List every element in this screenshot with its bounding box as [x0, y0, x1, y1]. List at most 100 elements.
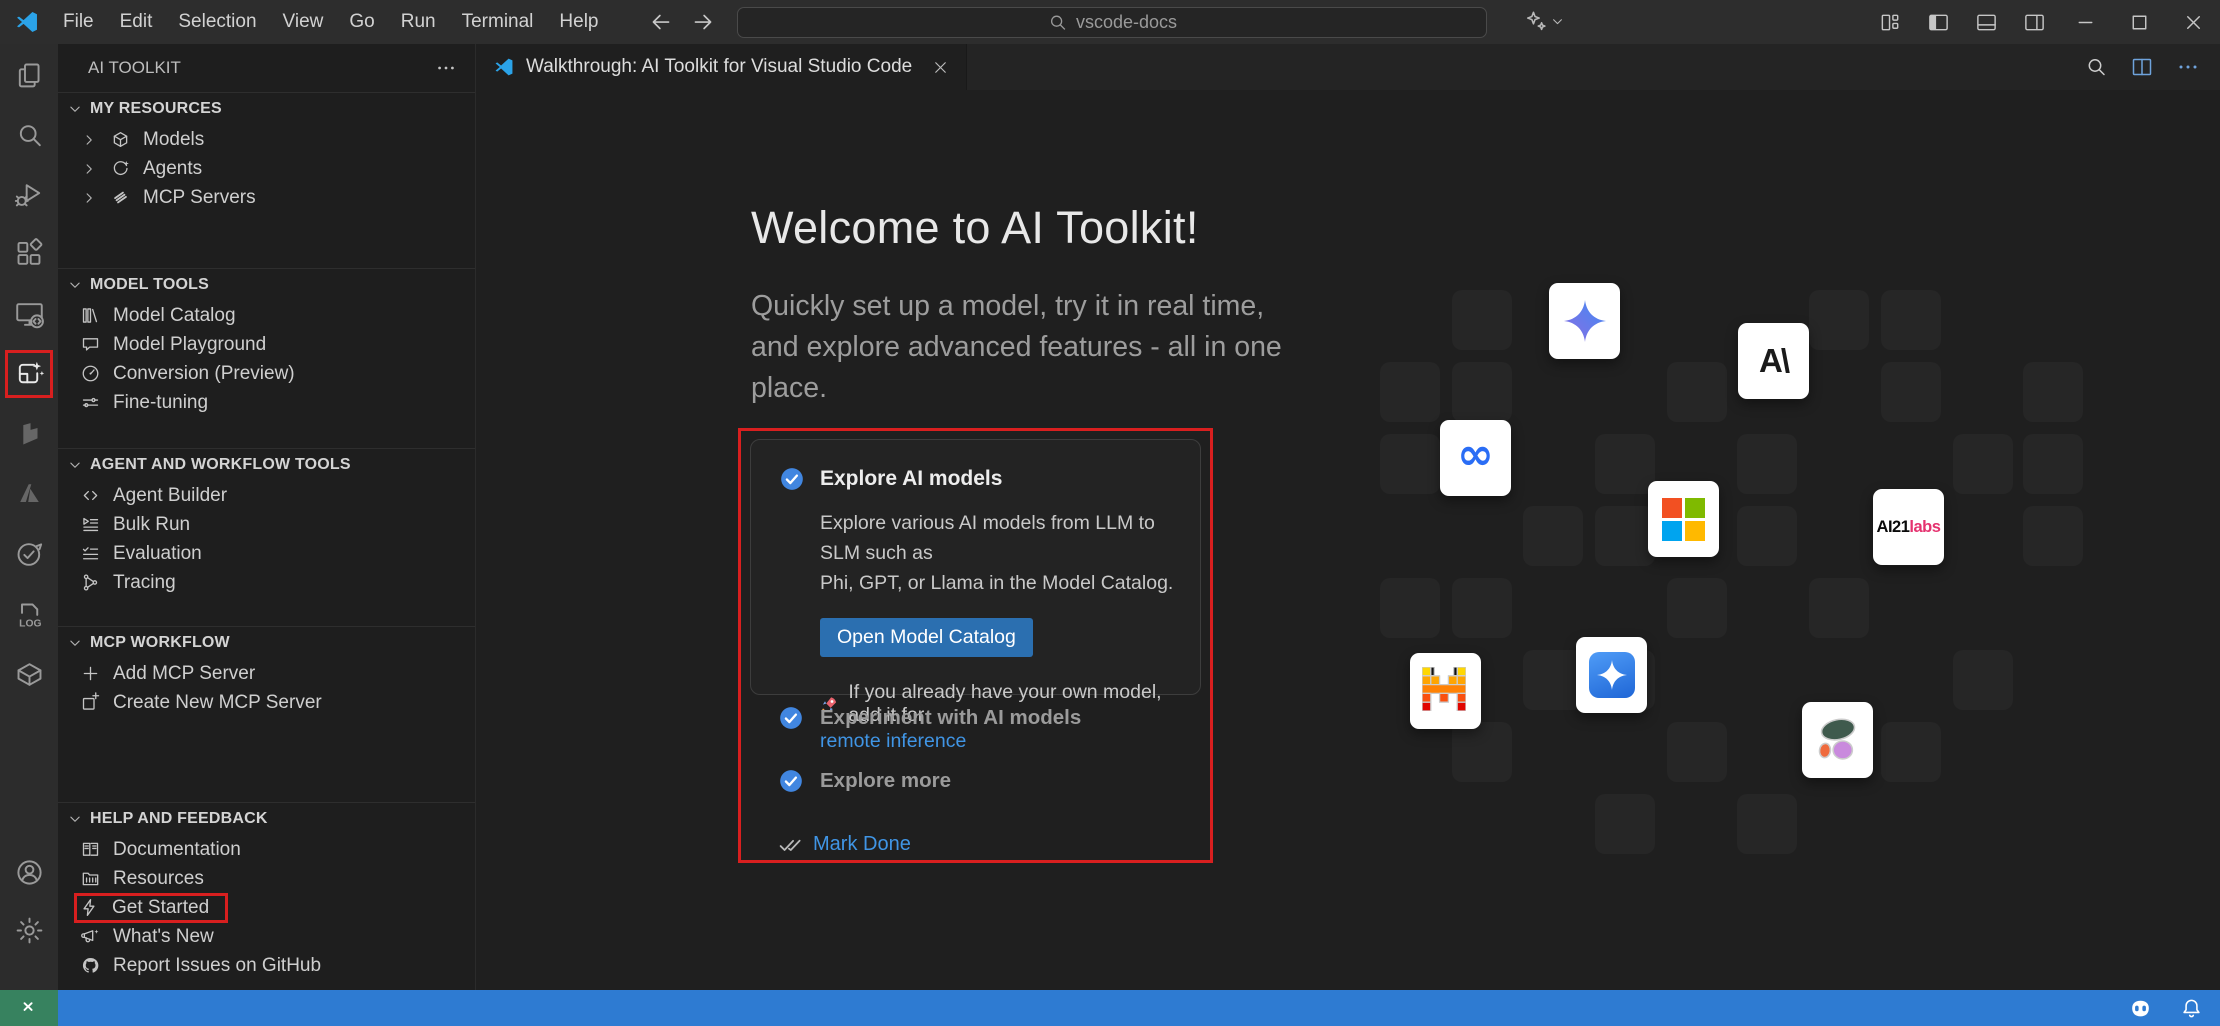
sidebar-item-model-playground[interactable]: Model Playground [58, 330, 475, 359]
section-header[interactable]: HELP AND FEEDBACK [58, 803, 475, 835]
maximize-icon [2128, 11, 2151, 34]
menu-file[interactable]: File [50, 6, 107, 38]
section-header[interactable]: MY RESOURCES [58, 93, 475, 125]
activity-item-extensions[interactable] [0, 229, 58, 277]
search-icon[interactable] [2084, 55, 2108, 79]
sidebar-item-agent-builder[interactable]: Agent Builder [58, 481, 475, 510]
sidebar-item-model-catalog[interactable]: Model Catalog [58, 301, 475, 330]
section-header[interactable]: MODEL TOOLS [58, 269, 475, 301]
activity-item-remote-explorer[interactable] [0, 290, 58, 338]
tab-walkthrough[interactable]: Walkthrough: AI Toolkit for Visual Studi… [477, 44, 967, 90]
activity-item-ai-toolkit[interactable] [5, 350, 53, 398]
minimize-button[interactable] [2058, 0, 2112, 44]
step-complete-icon[interactable] [779, 466, 805, 492]
sidebar-item-label: Evaluation [113, 543, 202, 565]
sidebar-item-report-issues-on-github[interactable]: Report Issues on GitHub [58, 951, 475, 980]
section-label: MODEL TOOLS [90, 276, 209, 294]
sidebar-item-fine-tuning[interactable]: Fine-tuning [58, 388, 475, 417]
sidebar-item-models[interactable]: Models [58, 125, 475, 154]
shapes-blobs [1814, 716, 1862, 764]
menu-edit[interactable]: Edit [107, 6, 166, 38]
menu-go[interactable]: Go [336, 6, 387, 38]
activity-item-teams-flag[interactable] [0, 409, 58, 457]
close-icon [2182, 11, 2205, 34]
sidebar-item-evaluation[interactable]: Evaluation [58, 539, 475, 568]
more-actions-icon[interactable] [435, 57, 457, 79]
step-title: Explore more [820, 769, 951, 793]
menu-selection[interactable]: Selection [165, 6, 269, 38]
step-complete-icon [778, 768, 804, 794]
toggle-secondary-sidebar-button[interactable] [2010, 0, 2058, 44]
remote-explorer-icon [14, 299, 45, 330]
menu-help[interactable]: Help [546, 6, 611, 38]
section-header[interactable]: MCP WORKFLOW [58, 627, 475, 659]
copilot-menu-button[interactable] [1522, 9, 1566, 34]
editor-area: Walkthrough: AI Toolkit for Visual Studi… [477, 44, 2220, 990]
activity-item-explorer[interactable] [0, 51, 58, 99]
cube-icon [110, 129, 131, 150]
meta-glyph: ∞ [1457, 433, 1494, 477]
activity-item-search[interactable] [0, 111, 58, 159]
activity-item-azure[interactable] [0, 469, 58, 517]
chevron-right-icon [80, 131, 98, 149]
walkthrough-step-explore-more[interactable]: Explore more [778, 766, 951, 796]
more-icon[interactable] [2176, 55, 2200, 79]
sidebar-item-add-mcp-server[interactable]: Add MCP Server [58, 659, 475, 688]
close-tab-icon[interactable] [931, 58, 950, 77]
toggle-panel-button[interactable] [1962, 0, 2010, 44]
sidebar-item-label: Agents [143, 158, 202, 180]
sidebar-item-create-new-mcp-server[interactable]: Create New MCP Server [58, 688, 475, 717]
chevron-down-icon [66, 634, 84, 652]
activity-item-containers[interactable] [0, 650, 58, 698]
menu-view[interactable]: View [270, 6, 337, 38]
remote-inference-link[interactable]: remote inference [820, 730, 1180, 753]
maximize-button[interactable] [2112, 0, 2166, 44]
sidebar-item-documentation[interactable]: Documentation [58, 835, 475, 864]
output-log-icon: LOG [14, 600, 45, 631]
activity-item-test-check[interactable] [0, 530, 58, 578]
folder-library-icon [80, 868, 101, 889]
sidebar-item-tracing[interactable]: Tracing [58, 568, 475, 597]
remote-indicator[interactable] [0, 990, 58, 1026]
activity-item-run-debug[interactable] [0, 170, 58, 218]
activity-item-accounts[interactable] [0, 848, 58, 896]
activity-item-settings[interactable] [0, 906, 58, 954]
teams-flag-icon [14, 418, 45, 449]
sidebar-item-mcp-servers[interactable]: MCP Servers [58, 183, 475, 212]
layout-customize-button[interactable] [1866, 0, 1914, 44]
command-center-search[interactable]: vscode-docs [737, 7, 1487, 38]
sidebar-section-my-resources: MY RESOURCESModels Agents MCP Servers [58, 92, 475, 268]
menu-run[interactable]: Run [388, 6, 449, 38]
back-icon[interactable] [648, 9, 674, 35]
notifications-bell-icon[interactable] [2179, 996, 2204, 1021]
forward-icon[interactable] [690, 9, 716, 35]
sidebar-item-label: Fine-tuning [113, 392, 208, 414]
mark-done-link[interactable]: Mark Done [778, 829, 911, 859]
walkthrough-step-experiment-with-ai-models[interactable]: Experiment with AI models [778, 703, 1081, 733]
sidebar-item-get-started[interactable]: Get Started [58, 893, 475, 922]
sidebar-item-conversion-preview-[interactable]: Conversion (Preview) [58, 359, 475, 388]
chevron-down-icon [66, 276, 84, 294]
sidebar-item-label: Model Playground [113, 334, 266, 356]
search-icon [1047, 12, 1068, 33]
menu-terminal[interactable]: Terminal [449, 6, 547, 38]
decor-tile [1523, 506, 1583, 566]
sidebar-item-what-s-new[interactable]: What's New [58, 922, 475, 951]
split-editor-icon[interactable] [2130, 55, 2154, 79]
sidebar-section-model-tools: MODEL TOOLS Model Catalog Model Playground… [58, 268, 475, 448]
toggle-primary-sidebar-button[interactable] [1914, 0, 1962, 44]
section-header[interactable]: AGENT AND WORKFLOW TOOLS [58, 449, 475, 481]
decor-tile [2023, 362, 2083, 422]
sidebar-item-bulk-run[interactable]: Bulk Run [58, 510, 475, 539]
activity-item-output-log[interactable]: LOG [0, 591, 58, 639]
sidebar-item-resources[interactable]: Resources [58, 864, 475, 893]
copilot-status-icon[interactable] [2128, 996, 2153, 1021]
sidebar-item-agents[interactable]: Agents [58, 154, 475, 183]
tab-bar: Walkthrough: AI Toolkit for Visual Studi… [477, 44, 2220, 90]
decor-tile [1452, 290, 1512, 350]
close-button[interactable] [2166, 0, 2220, 44]
anthropic-glyph: A\ [1759, 342, 1788, 380]
decor-tile [1667, 722, 1727, 782]
walkthrough-step-explore-ai-models[interactable]: Explore AI modelsExplore various AI mode… [750, 439, 1201, 695]
open-model-catalog-button[interactable]: Open Model Catalog [820, 618, 1033, 657]
